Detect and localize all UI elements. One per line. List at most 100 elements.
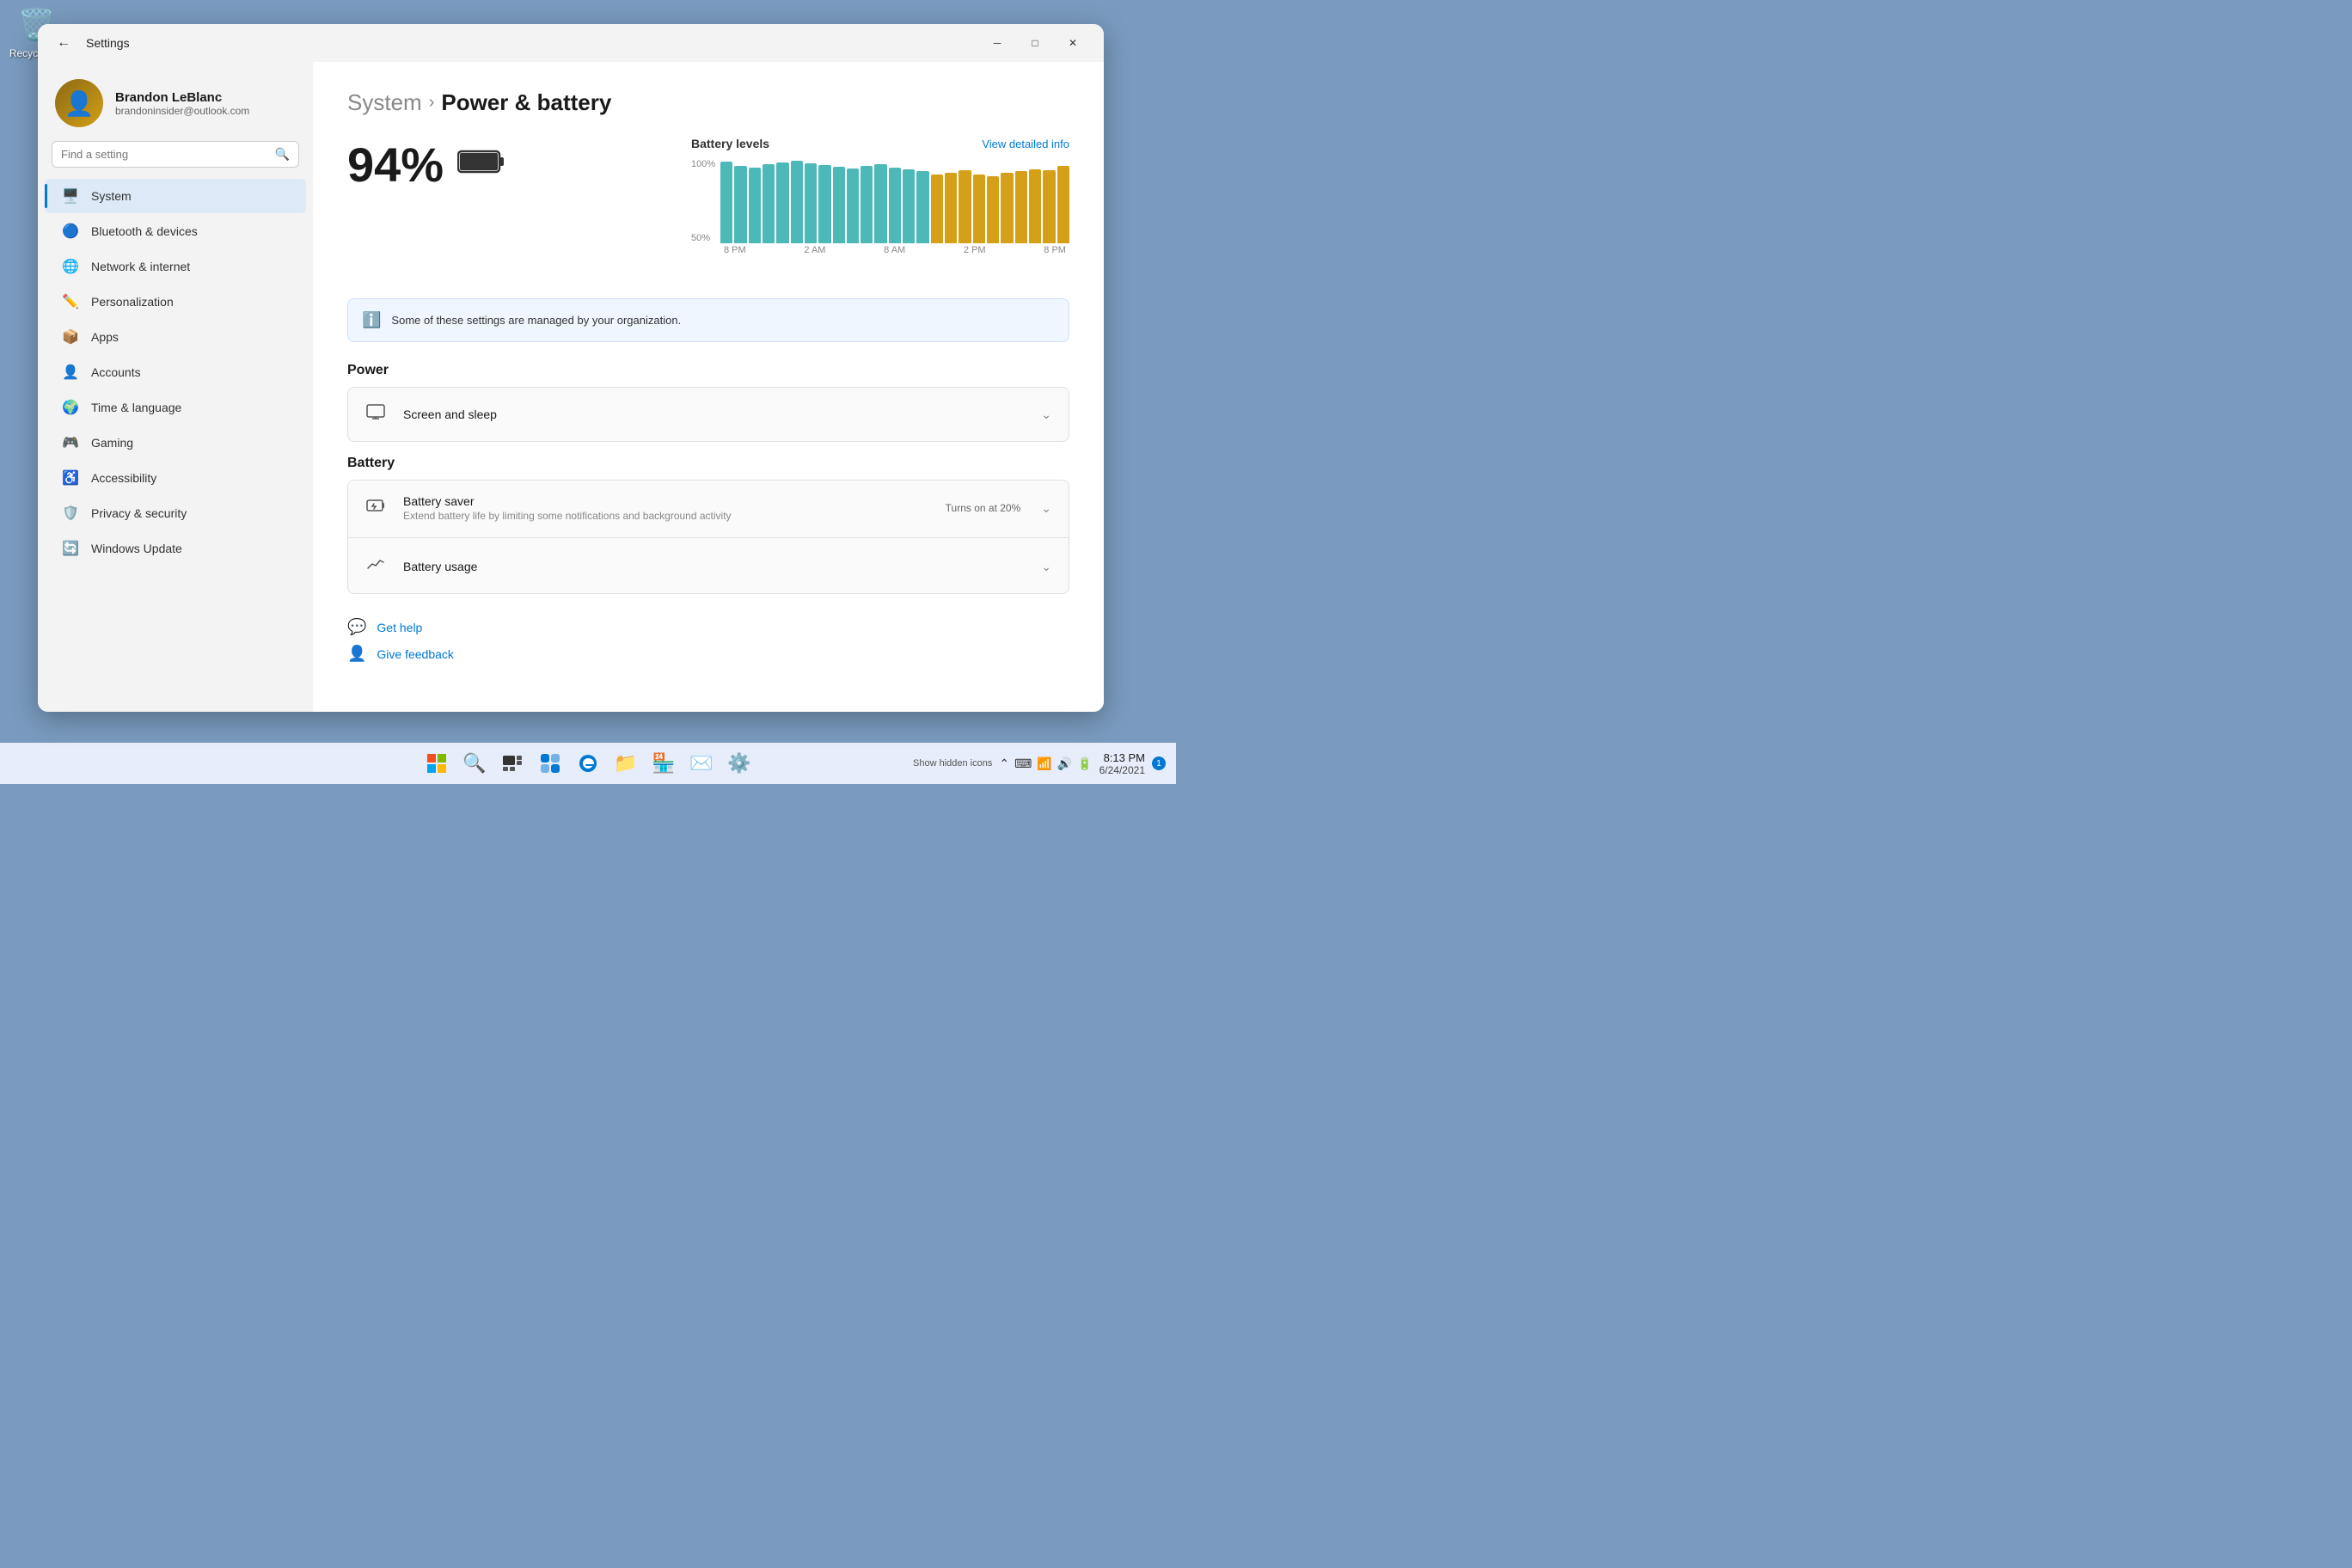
bluetooth-icon: 🔵 (62, 223, 79, 240)
battery-percent-text: 94% (347, 137, 444, 193)
chart-title: Battery levels (691, 137, 769, 150)
privacy-icon: 🛡️ (62, 505, 79, 522)
screen-sleep-chevron: ⌄ (1041, 407, 1051, 422)
hidden-icons-label[interactable]: Show hidden icons (913, 758, 992, 769)
bar (931, 175, 943, 243)
give-feedback-icon: 👤 (347, 645, 366, 663)
maximize-button[interactable]: □ (1018, 29, 1052, 57)
bar (987, 176, 999, 243)
sidebar-item-label: Accessibility (91, 471, 156, 485)
tray-battery[interactable]: 🔋 (1077, 756, 1092, 771)
sidebar-item-accessibility[interactable]: ♿ Accessibility (45, 461, 306, 495)
profile-name: Brandon LeBlanc (115, 90, 249, 105)
breadcrumb-current: Power & battery (441, 89, 611, 116)
accounts-icon: 👤 (62, 364, 79, 381)
clock-area[interactable]: 8:13 PM 6/24/2021 (1099, 751, 1145, 776)
sidebar-item-label: Network & internet (91, 260, 190, 273)
sidebar-item-system[interactable]: 🖥️ System (45, 179, 306, 213)
breadcrumb-chevron: › (429, 93, 435, 113)
x-label-2pm: 2 PM (964, 245, 986, 255)
x-label-8am: 8 AM (884, 245, 905, 255)
sidebar-item-privacy[interactable]: 🛡️ Privacy & security (45, 496, 306, 530)
sidebar-item-label: System (91, 189, 132, 203)
bar (874, 164, 886, 243)
sidebar-item-apps[interactable]: 📦 Apps (45, 320, 306, 354)
minimize-button[interactable]: ─ (980, 29, 1014, 57)
close-button[interactable]: ✕ (1056, 29, 1090, 57)
taskbar-mail[interactable]: ✉️ (684, 746, 719, 781)
taskbar-start[interactable] (420, 746, 454, 781)
give-feedback-label: Give feedback (377, 647, 454, 661)
chart-area: 100% 50% (691, 157, 1069, 278)
sidebar-item-label: Bluetooth & devices (91, 224, 198, 238)
profile-info: Brandon LeBlanc brandoninsider@outlook.c… (115, 90, 249, 117)
bar (1015, 171, 1027, 243)
search-input[interactable] (61, 148, 268, 161)
desktop: 🗑️ Recycle Bin ← Settings ─ □ ✕ 👤 (0, 0, 1176, 784)
sidebar-item-accounts[interactable]: 👤 Accounts (45, 355, 306, 389)
tray-chevron[interactable]: ⌃ (999, 756, 1009, 771)
tray-speaker[interactable]: 🔊 (1057, 756, 1072, 771)
settings-window: ← Settings ─ □ ✕ 👤 Brandon LeBlanc (38, 24, 1104, 712)
sidebar-item-bluetooth[interactable]: 🔵 Bluetooth & devices (45, 214, 306, 248)
profile-email: brandoninsider@outlook.com (115, 105, 249, 117)
taskbar-settings[interactable]: ⚙️ (722, 746, 756, 781)
chart-link[interactable]: View detailed info (982, 138, 1069, 150)
get-help-link[interactable]: 💬 Get help (347, 618, 1069, 636)
taskbar: 🔍 (0, 743, 1176, 784)
taskbar-store[interactable]: 🏪 (646, 746, 681, 781)
battery-usage-chevron: ⌄ (1041, 560, 1051, 574)
taskbar-explorer[interactable]: 📁 (609, 746, 643, 781)
title-bar-left: ← Settings (52, 31, 130, 55)
x-label-8pm2: 8 PM (1044, 245, 1066, 255)
battery-usage-row[interactable]: Battery usage ⌄ (348, 540, 1069, 593)
bar (889, 168, 901, 243)
sidebar-item-label: Accounts (91, 365, 141, 379)
bar (720, 162, 732, 243)
taskbar-search[interactable]: 🔍 (457, 746, 492, 781)
notification-badge[interactable]: 1 (1152, 756, 1166, 770)
sidebar-item-update[interactable]: 🔄 Windows Update (45, 531, 306, 566)
system-tray: ⌃ ⌨ 📶 🔊 🔋 (999, 756, 1092, 771)
power-card: Screen and sleep ⌄ (347, 387, 1069, 442)
give-feedback-link[interactable]: 👤 Give feedback (347, 645, 1069, 663)
search-box[interactable]: 🔍 (52, 141, 299, 168)
battery-icon (457, 145, 505, 184)
taskbar-edge[interactable] (571, 746, 605, 781)
time-icon: 🌍 (62, 399, 79, 416)
battery-usage-icon (365, 554, 389, 579)
sidebar-item-personalization[interactable]: ✏️ Personalization (45, 285, 306, 319)
profile-section[interactable]: 👤 Brandon LeBlanc brandoninsider@outlook… (38, 62, 313, 141)
back-button[interactable]: ← (52, 31, 76, 55)
clock-time: 8:13 PM (1099, 751, 1145, 764)
tray-keyboard[interactable]: ⌨ (1014, 756, 1032, 771)
x-label-8pm: 8 PM (724, 245, 746, 255)
screen-sleep-title: Screen and sleep (403, 407, 1027, 421)
screen-sleep-row[interactable]: Screen and sleep ⌄ (348, 388, 1069, 441)
bar (1057, 166, 1069, 243)
sidebar-item-network[interactable]: 🌐 Network & internet (45, 249, 306, 284)
taskbar-right: Show hidden icons ⌃ ⌨ 📶 🔊 🔋 8:13 PM 6/24… (913, 751, 1166, 776)
battery-saver-value: Turns on at 20% (946, 502, 1021, 514)
battery-section-label: Battery (347, 456, 1069, 471)
bar (1001, 173, 1013, 243)
bar (776, 162, 788, 243)
bar (903, 169, 915, 243)
taskbar-widgets[interactable] (533, 746, 567, 781)
battery-usage-title: Battery usage (403, 560, 1027, 573)
power-section-label: Power (347, 363, 1069, 378)
taskbar-task-view[interactable] (495, 746, 530, 781)
battery-saver-text: Battery saver Extend battery life by lim… (403, 494, 932, 522)
battery-saver-row[interactable]: Battery saver Extend battery life by lim… (348, 481, 1069, 536)
update-icon: 🔄 (62, 540, 79, 557)
sidebar-item-gaming[interactable]: 🎮 Gaming (45, 426, 306, 460)
sidebar-item-time[interactable]: 🌍 Time & language (45, 390, 306, 425)
title-bar: ← Settings ─ □ ✕ (38, 24, 1104, 62)
breadcrumb-parent[interactable]: System (347, 89, 422, 116)
battery-chart: Battery levels View detailed info 100% 5… (691, 137, 1069, 278)
battery-saver-icon (365, 495, 389, 521)
tray-wifi[interactable]: 📶 (1037, 756, 1051, 771)
bar (805, 163, 817, 243)
battery-usage-text: Battery usage (403, 560, 1027, 573)
screen-sleep-text: Screen and sleep (403, 407, 1027, 421)
